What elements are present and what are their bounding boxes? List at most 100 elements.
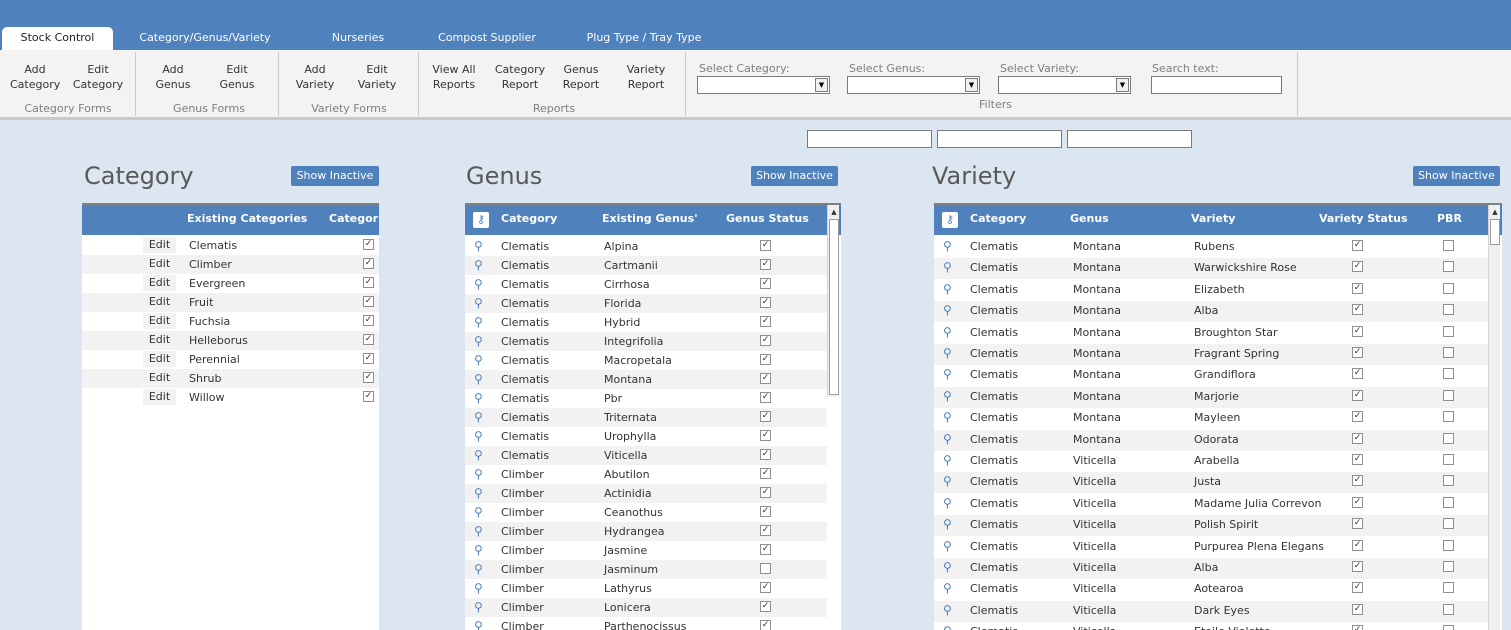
pbr-checkbox[interactable] <box>1443 411 1454 423</box>
search-icon[interactable]: ⚲ <box>474 258 483 272</box>
status-checkbox[interactable] <box>363 353 374 364</box>
genus-report-button[interactable]: Genus Report <box>558 62 604 92</box>
search-icon[interactable]: ⚲ <box>943 624 952 630</box>
search-icon[interactable]: ⚲ <box>474 391 483 405</box>
search-icon[interactable]: ⚲ <box>474 315 483 329</box>
status-checkbox[interactable] <box>760 563 771 574</box>
variety-report-button[interactable]: Variety Report <box>622 62 670 92</box>
genus-scroll-thumb[interactable] <box>829 219 839 395</box>
pbr-checkbox[interactable] <box>1443 582 1454 594</box>
select-variety-combo[interactable]: ▼ <box>998 76 1131 94</box>
status-checkbox[interactable] <box>1352 603 1363 615</box>
pbr-checkbox[interactable] <box>1443 432 1454 444</box>
chevron-down-icon[interactable]: ▼ <box>815 78 828 92</box>
search-icon[interactable]: ⚲ <box>474 334 483 348</box>
pbr-checkbox[interactable] <box>1443 368 1454 380</box>
status-checkbox[interactable] <box>760 620 771 630</box>
status-checkbox[interactable] <box>1352 368 1363 380</box>
search-icon[interactable]: ⚲ <box>943 239 952 253</box>
pbr-checkbox[interactable] <box>1443 539 1454 551</box>
add-variety-button[interactable]: Add Variety <box>292 62 338 92</box>
search-icon[interactable]: ⚲ <box>474 581 483 595</box>
status-checkbox[interactable] <box>760 468 771 479</box>
status-checkbox[interactable] <box>1352 282 1363 294</box>
status-checkbox[interactable] <box>760 487 771 498</box>
category-report-button[interactable]: Category Report <box>494 62 546 92</box>
search-icon[interactable]: ⚲ <box>474 543 483 557</box>
status-checkbox[interactable] <box>760 354 771 365</box>
status-checkbox[interactable] <box>1352 539 1363 551</box>
select-category-combo[interactable]: ▼ <box>697 76 830 94</box>
status-checkbox[interactable] <box>1352 432 1363 444</box>
search-icon[interactable]: ⚲ <box>943 282 952 296</box>
status-checkbox[interactable] <box>760 525 771 536</box>
search-input[interactable] <box>1151 76 1282 94</box>
status-checkbox[interactable] <box>760 240 771 251</box>
search-icon[interactable]: ⚲ <box>474 486 483 500</box>
status-checkbox[interactable] <box>1352 625 1363 630</box>
edit-button[interactable]: Edit <box>143 332 176 348</box>
search-icon[interactable]: ⚲ <box>943 389 952 403</box>
status-checkbox[interactable] <box>1352 518 1363 530</box>
edit-genus-button[interactable]: Edit Genus <box>214 62 260 92</box>
status-checkbox[interactable] <box>760 544 771 555</box>
search-icon[interactable]: ⚲ <box>474 562 483 576</box>
select-genus-combo[interactable]: ▼ <box>847 76 980 94</box>
status-checkbox[interactable] <box>363 334 374 345</box>
search-icon[interactable]: ⚲ <box>474 372 483 386</box>
status-checkbox[interactable] <box>760 449 771 460</box>
search-icon[interactable]: ⚲ <box>474 619 483 630</box>
search-icon[interactable]: ⚲ <box>474 353 483 367</box>
scroll-up-icon[interactable]: ▲ <box>1490 206 1500 218</box>
status-checkbox[interactable] <box>760 335 771 346</box>
edit-button[interactable]: Edit <box>143 256 176 272</box>
tab-nurseries[interactable]: Nurseries <box>318 27 398 50</box>
view-all-reports-button[interactable]: View All Reports <box>428 62 480 92</box>
genus-show-inactive-button[interactable]: Show Inactive <box>751 166 838 186</box>
search-icon[interactable]: ⚲ <box>943 517 952 531</box>
edit-button[interactable]: Edit <box>143 313 176 329</box>
tab-compost-supplier[interactable]: Compost Supplier <box>432 27 542 50</box>
search-icon[interactable]: ⚲ <box>943 453 952 467</box>
variety-show-inactive-button[interactable]: Show Inactive <box>1413 166 1500 186</box>
search-icon[interactable]: ⚲ <box>474 448 483 462</box>
search-icon[interactable]: ⚲ <box>474 410 483 424</box>
search-icon[interactable]: ⚲ <box>943 539 952 553</box>
blank-textbox-2[interactable] <box>937 130 1062 148</box>
status-checkbox[interactable] <box>760 582 771 593</box>
status-checkbox[interactable] <box>1352 561 1363 572</box>
status-checkbox[interactable] <box>760 411 771 422</box>
status-checkbox[interactable] <box>760 373 771 384</box>
search-icon[interactable]: ⚲ <box>943 560 952 574</box>
edit-button[interactable]: Edit <box>143 389 176 405</box>
status-checkbox[interactable] <box>1352 325 1363 337</box>
search-icon[interactable]: ⚲ <box>943 432 952 446</box>
search-icon[interactable]: ⚲ <box>474 277 483 291</box>
pbr-checkbox[interactable] <box>1443 518 1454 530</box>
status-checkbox[interactable] <box>1352 496 1363 508</box>
search-icon[interactable]: ⚲ <box>943 346 952 360</box>
category-show-inactive-button[interactable]: Show Inactive <box>291 166 379 186</box>
status-checkbox[interactable] <box>1352 475 1363 487</box>
search-icon[interactable]: ⚲ <box>474 600 483 614</box>
edit-variety-button[interactable]: Edit Variety <box>354 62 400 92</box>
search-icon[interactable]: ⚲ <box>943 603 952 617</box>
status-checkbox[interactable] <box>363 372 374 383</box>
edit-button[interactable]: Edit <box>143 351 176 367</box>
search-icon[interactable]: ⚲ <box>943 303 952 317</box>
status-checkbox[interactable] <box>760 601 771 612</box>
search-icon[interactable]: ⚲ <box>474 239 483 253</box>
blank-textbox-3[interactable] <box>1067 130 1192 148</box>
status-checkbox[interactable] <box>1352 261 1363 273</box>
status-checkbox[interactable] <box>363 391 374 402</box>
pbr-checkbox[interactable] <box>1443 282 1454 294</box>
search-icon[interactable]: ⚲ <box>474 524 483 538</box>
add-genus-button[interactable]: Add Genus <box>150 62 196 92</box>
search-icon[interactable]: ⚲ <box>943 367 952 381</box>
status-checkbox[interactable] <box>363 315 374 326</box>
edit-button[interactable]: Edit <box>143 237 176 253</box>
status-checkbox[interactable] <box>363 296 374 307</box>
status-checkbox[interactable] <box>1352 454 1363 465</box>
search-icon[interactable]: ⚲ <box>943 325 952 339</box>
edit-button[interactable]: Edit <box>143 294 176 310</box>
